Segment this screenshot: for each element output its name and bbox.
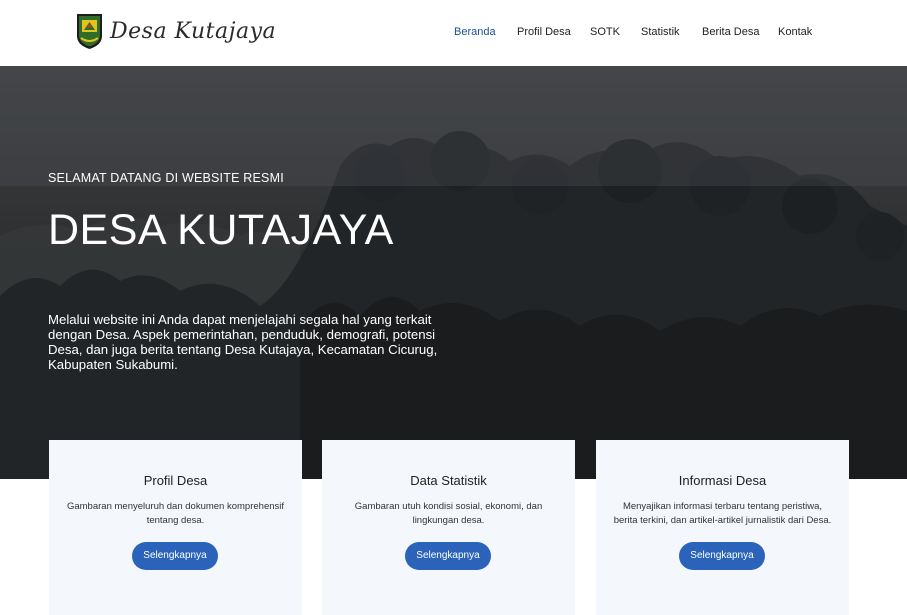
selengkapnya-button[interactable]: Selengkapnya xyxy=(405,542,491,570)
card-description: Gambaran utuh kondisi sosial, ekonomi, d… xyxy=(354,501,543,526)
nav-item-beranda[interactable]: Beranda xyxy=(454,26,496,38)
hero-overlay xyxy=(0,66,907,479)
hero-banner: SELAMAT DATANG DI WEBSITE RESMI DESA KUT… xyxy=(0,66,907,479)
nav-item-kontak[interactable]: Kontak xyxy=(778,26,812,38)
selengkapnya-button[interactable]: Selengkapnya xyxy=(132,542,218,570)
selengkapnya-button[interactable]: Selengkapnya xyxy=(679,542,765,570)
card-title: Informasi Desa xyxy=(678,473,767,488)
main-navigation: Beranda Profil Desa SOTK Statistik Berit… xyxy=(0,26,907,42)
card-data-statistik: Data Statistik Gambaran utuh kondisi sos… xyxy=(322,440,575,615)
site-header: Desa Kutajaya Beranda Profil Desa SOTK S… xyxy=(0,0,907,66)
hero-kicker: SELAMAT DATANG DI WEBSITE RESMI xyxy=(48,171,284,185)
nav-item-berita-desa[interactable]: Berita Desa xyxy=(702,26,759,38)
card-profil-desa: Profil Desa Gambaran menyeluruh dan doku… xyxy=(49,440,302,615)
card-title: Data Statistik xyxy=(410,473,487,488)
nav-item-profil-desa[interactable]: Profil Desa xyxy=(517,26,571,38)
card-description: Gambaran menyeluruh dan dokumen komprehe… xyxy=(66,501,285,526)
hero-description: Melalui website ini Anda dapat menjelaja… xyxy=(48,312,438,372)
nav-item-statistik[interactable]: Statistik xyxy=(641,26,680,38)
card-informasi-desa: Informasi Desa Menyajikan informasi terb… xyxy=(596,440,849,615)
card-description: Menyajikan informasi terbaru tentang per… xyxy=(613,501,832,526)
hero-title: DESA KUTAJAYA xyxy=(48,206,394,254)
card-title: Profil Desa xyxy=(143,473,208,488)
nav-item-sotk[interactable]: SOTK xyxy=(590,26,620,38)
